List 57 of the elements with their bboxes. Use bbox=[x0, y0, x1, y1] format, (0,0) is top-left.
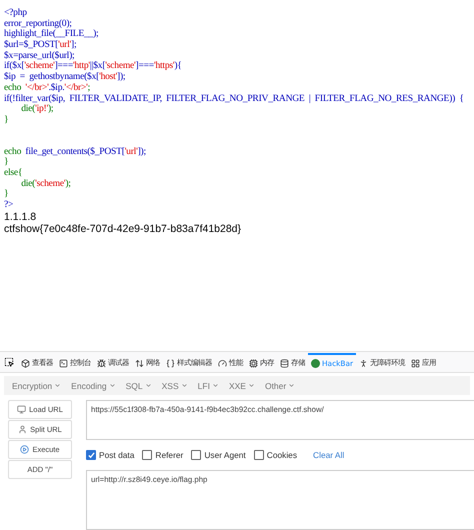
dropdown-menu[interactable]: SQL bbox=[126, 380, 152, 390]
box-icon bbox=[21, 358, 30, 368]
dropdown-menu[interactable]: LFI bbox=[198, 380, 219, 390]
picker-icon[interactable] bbox=[4, 357, 14, 367]
code-line: echo '</br>'.$ip.'</br>'; bbox=[4, 82, 90, 93]
output-text: 1.1.1.8 bbox=[4, 210, 36, 223]
code-line: else{ bbox=[4, 166, 22, 178]
code-line: echo file_get_contents($_POST['url']); bbox=[4, 146, 146, 157]
checkbox[interactable] bbox=[142, 450, 152, 460]
caret-icon bbox=[144, 382, 152, 389]
bug-icon bbox=[97, 358, 106, 368]
gauge-icon bbox=[218, 358, 227, 368]
code-line: <?php bbox=[4, 7, 27, 18]
clear-all-link[interactable]: Clear All bbox=[313, 450, 344, 460]
dot-icon bbox=[311, 358, 320, 368]
code-line: highlight_file(__FILE__); bbox=[4, 28, 98, 40]
output-text: ctfshow{7e0c48fe-707d-42e9-91b7-b83a7f41b28d} bbox=[4, 222, 242, 235]
person-icon bbox=[359, 358, 368, 368]
dropdown-menu[interactable]: Encryption bbox=[12, 380, 62, 390]
code-line: } bbox=[4, 156, 8, 168]
checkbox[interactable] bbox=[254, 450, 264, 460]
option-checkbox[interactable]: Cookies bbox=[254, 450, 298, 460]
braces-icon bbox=[166, 358, 175, 368]
code-line: $ip = gethostbyname($x['host']); bbox=[4, 71, 126, 82]
code-line: } bbox=[4, 114, 8, 125]
monitor-icon bbox=[17, 405, 26, 414]
dropdown-menu[interactable]: XSS bbox=[162, 380, 188, 390]
person-icon bbox=[18, 425, 28, 434]
arrows-icon bbox=[135, 358, 144, 368]
option-checkbox[interactable]: User Agent bbox=[191, 450, 246, 460]
code-line: ?> bbox=[4, 199, 14, 210]
play-icon bbox=[20, 445, 30, 454]
option-checkbox[interactable]: Referer bbox=[142, 450, 184, 460]
dropdown-menu[interactable]: XXE bbox=[228, 380, 255, 390]
code-line: error_reporting(0); bbox=[4, 18, 72, 29]
chip-icon bbox=[249, 358, 258, 368]
database-icon bbox=[280, 358, 289, 368]
checkbox[interactable] bbox=[191, 450, 202, 460]
code-line: $x=parse_url($url); bbox=[4, 50, 74, 61]
terminal-icon bbox=[59, 358, 68, 368]
dropdown-menu[interactable]: Other bbox=[264, 380, 296, 390]
code-line: die('ip!'); bbox=[20, 103, 54, 114]
dropdown-menu[interactable]: Encoding bbox=[71, 380, 116, 390]
code-line: die('scheme'); bbox=[20, 178, 71, 189]
checkbox[interactable] bbox=[86, 450, 96, 460]
caret-icon bbox=[54, 382, 62, 389]
code-line: } bbox=[4, 188, 8, 200]
caret-icon bbox=[288, 382, 296, 389]
caret-icon bbox=[108, 382, 116, 389]
caret-icon bbox=[180, 382, 188, 389]
caret-icon bbox=[248, 382, 255, 389]
caret-icon bbox=[212, 382, 219, 389]
option-checkbox[interactable]: Post data bbox=[86, 450, 134, 460]
code-line: $url=$_POST['url']; bbox=[4, 39, 76, 50]
code-line: if(!filter_var($ip, FILTER_VALIDATE_IP, FILTER_FLAG_NO_PRIV_RANGE | FILTER_FLAG_NO_RES_RANGE)) { bbox=[4, 92, 464, 104]
code-line: if($x['scheme']==='http'||$x['scheme']==='https'){ bbox=[4, 60, 182, 72]
grid-icon bbox=[411, 358, 420, 368]
